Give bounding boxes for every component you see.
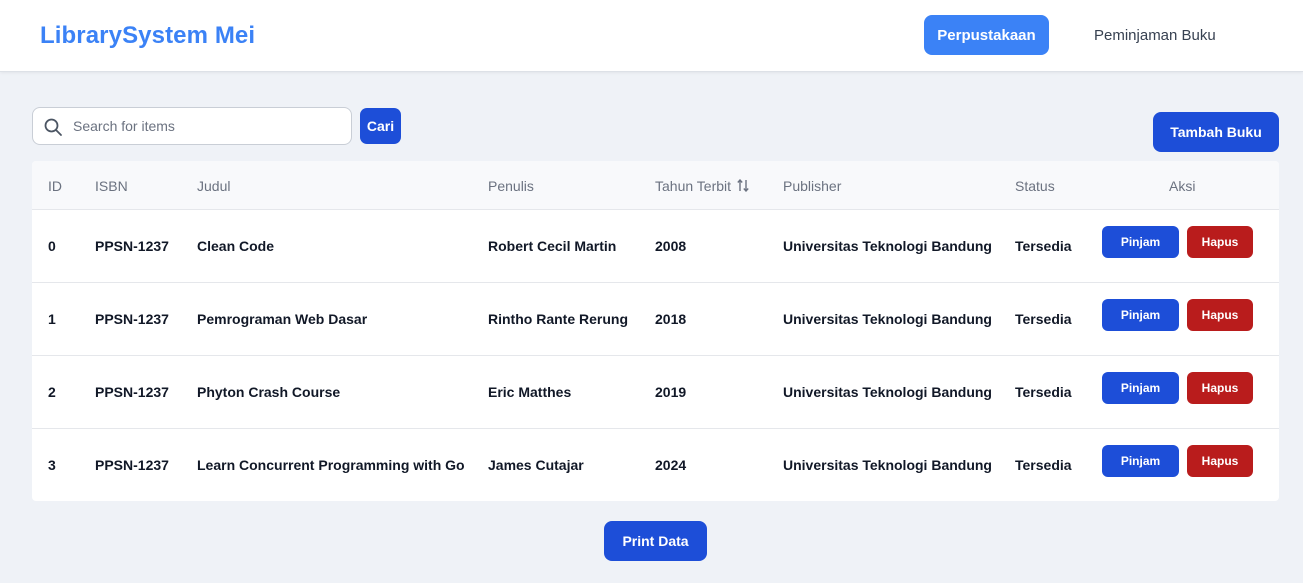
cell-penulis: Rintho Rante Rerung (488, 311, 628, 327)
cell-status: Tersedia (1015, 238, 1072, 254)
search-icon (44, 118, 62, 136)
cell-publisher: Universitas Teknologi Bandung (783, 311, 992, 327)
cell-isbn: PPSN-1237 (95, 384, 169, 400)
cell-publisher: Universitas Teknologi Bandung (783, 238, 992, 254)
cell-status: Tersedia (1015, 311, 1072, 327)
cell-penulis: Eric Matthes (488, 384, 572, 400)
header-status: Status (1015, 178, 1055, 194)
cell-publisher: Universitas Teknologi Bandung (783, 384, 992, 400)
cell-id: 0 (48, 238, 56, 254)
navbar: LibrarySystem Mei Perpustakaan Peminjama… (0, 0, 1303, 72)
cell-id: 2 (48, 384, 56, 400)
table-row: 0 PPSN-1237 Clean Code Robert Cecil Mart… (32, 210, 1279, 283)
print-data-button[interactable]: Print Data (604, 521, 707, 561)
table-row: 1 PPSN-1237 Pemrograman Web Dasar Rintho… (32, 283, 1279, 356)
cell-tahun: 2018 (655, 311, 687, 327)
borrow-button[interactable]: Pinjam (1102, 299, 1179, 331)
cell-penulis: James Cutajar (488, 457, 584, 473)
header-id: ID (48, 178, 62, 194)
cell-judul: Phyton Crash Course (197, 384, 341, 400)
table-row: 2 PPSN-1237 Phyton Crash Course Eric Mat… (32, 356, 1279, 429)
delete-button[interactable]: Hapus (1187, 299, 1253, 331)
header-publisher: Publisher (783, 178, 842, 194)
search-input[interactable] (73, 109, 345, 143)
borrow-button[interactable]: Pinjam (1102, 445, 1179, 477)
brand-title[interactable]: LibrarySystem Mei (40, 22, 255, 50)
borrow-button[interactable]: Pinjam (1102, 372, 1179, 404)
cell-isbn: PPSN-1237 (95, 457, 169, 473)
borrow-button[interactable]: Pinjam (1102, 226, 1179, 258)
books-table: ID ISBN Judul Penulis Tahun Terbit Publi… (32, 161, 1279, 501)
cell-tahun: 2024 (655, 457, 687, 473)
cell-judul: Clean Code (197, 238, 275, 254)
cell-tahun: 2019 (655, 384, 687, 400)
header-isbn: ISBN (95, 178, 128, 194)
header-tahun-terbit-label: Tahun Terbit (655, 178, 732, 194)
header-penulis: Penulis (488, 178, 534, 194)
header-aksi: Aksi (1169, 178, 1196, 194)
add-book-button[interactable]: Tambah Buku (1153, 112, 1279, 152)
cell-isbn: PPSN-1237 (95, 311, 169, 327)
sort-icon[interactable] (737, 179, 749, 192)
header-tahun-terbit[interactable]: Tahun Terbit (655, 178, 749, 194)
delete-button[interactable]: Hapus (1187, 372, 1253, 404)
table-header: ID ISBN Judul Penulis Tahun Terbit Publi… (32, 161, 1279, 210)
cell-status: Tersedia (1015, 384, 1072, 400)
delete-button[interactable]: Hapus (1187, 445, 1253, 477)
cell-isbn: PPSN-1237 (95, 238, 169, 254)
cell-status: Tersedia (1015, 457, 1072, 473)
cell-judul: Pemrograman Web Dasar (197, 311, 368, 327)
search-button[interactable]: Cari (360, 108, 401, 144)
nav-item-peminjaman-buku[interactable]: Peminjaman Buku (1094, 27, 1216, 44)
header-judul: Judul (197, 178, 231, 194)
delete-button[interactable]: Hapus (1187, 226, 1253, 258)
cell-publisher: Universitas Teknologi Bandung (783, 457, 992, 473)
nav-item-perpustakaan[interactable]: Perpustakaan (924, 15, 1049, 55)
table-row: 3 PPSN-1237 Learn Concurrent Programming… (32, 429, 1279, 501)
cell-judul: Learn Concurrent Programming with Go (197, 457, 465, 473)
cell-id: 1 (48, 311, 56, 327)
cell-tahun: 2008 (655, 238, 687, 254)
cell-penulis: Robert Cecil Martin (488, 238, 617, 254)
search-box[interactable] (32, 107, 352, 145)
cell-id: 3 (48, 457, 56, 473)
